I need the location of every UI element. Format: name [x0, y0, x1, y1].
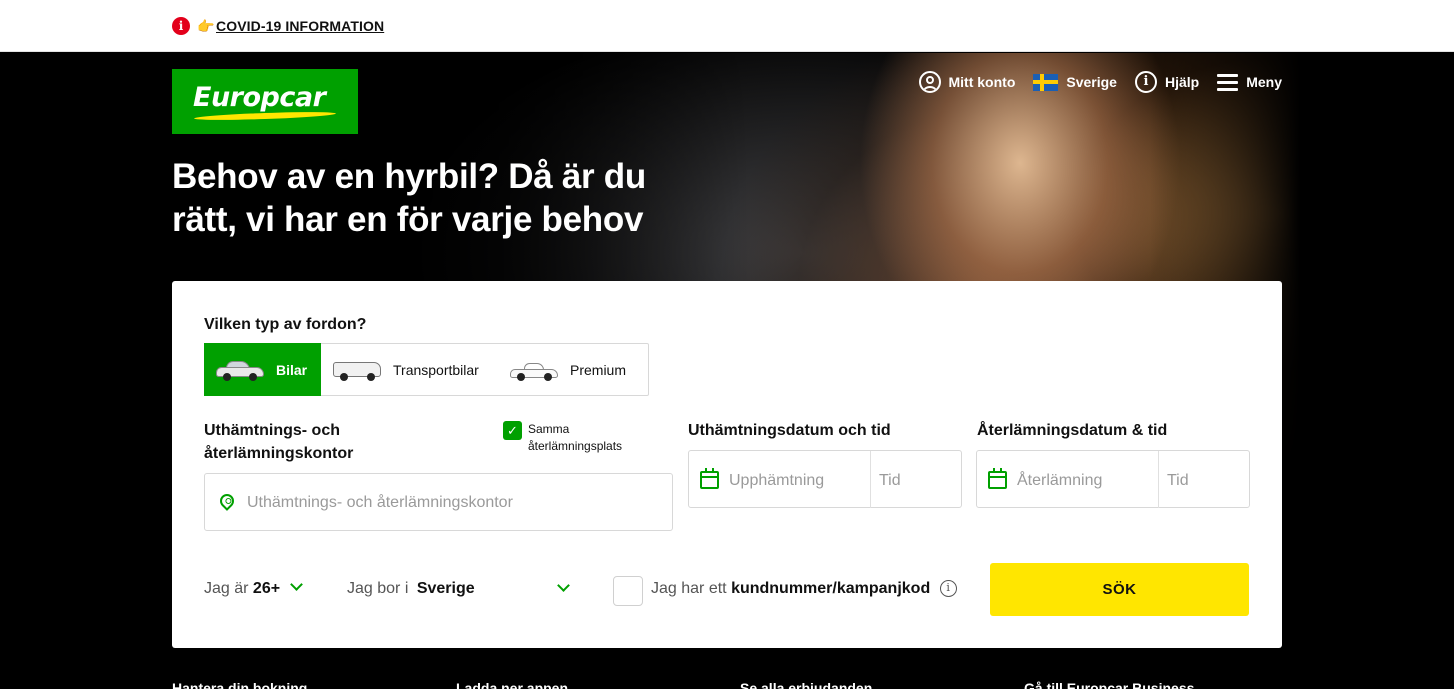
my-account-link[interactable]: Mitt konto	[918, 71, 1016, 93]
hamburger-menu-icon	[1217, 74, 1239, 91]
tab-vans-label: Transportbilar	[393, 361, 479, 378]
promo-prefix: Jag har ett	[651, 580, 727, 597]
logo-text: Europcar	[193, 82, 326, 113]
van-icon	[333, 361, 381, 381]
age-value: 26+	[252, 580, 281, 597]
tab-cars-label: Bilar	[276, 361, 308, 378]
menu-label: Meny	[1246, 74, 1282, 90]
location-input[interactable]: Uthämtnings- och återlämningskontor	[204, 473, 673, 531]
residence-selector[interactable]: Jag bor i Sverige	[347, 570, 577, 608]
vehicle-type-question: Vilken typ av fordon?	[204, 316, 367, 333]
residence-value: Sverige	[416, 580, 475, 597]
tab-premium-label: Premium	[570, 361, 627, 378]
location-placeholder: Uthämtnings- och återlämningskontor	[247, 494, 513, 511]
premium-car-icon	[510, 361, 558, 381]
calendar-icon	[988, 468, 1007, 489]
europcar-logo[interactable]: Europcar	[172, 69, 358, 134]
chevron-down-icon	[557, 579, 570, 592]
pickup-datetime-field: Upphämtning Tid	[688, 450, 962, 508]
same-return-checkbox[interactable]: ✓	[503, 421, 522, 440]
same-return-label: Samma återlämningsplats	[528, 422, 623, 453]
booking-widget: Vilken typ av fordon? Bilar Transportbil…	[172, 281, 1282, 648]
search-button[interactable]: SÖK	[990, 563, 1249, 616]
help-info-icon: i	[1134, 71, 1157, 93]
age-prefix: Jag är	[204, 580, 249, 597]
car-icon	[216, 360, 264, 381]
manage-booking-link[interactable]: Hantera din bokning	[172, 680, 307, 689]
tab-vans[interactable]: Transportbilar	[321, 344, 498, 395]
pickup-time-input[interactable]: Tid	[879, 471, 901, 491]
tab-premium[interactable]: Premium	[498, 344, 648, 395]
same-return-option[interactable]: ✓ Samma återlämningsplats	[503, 421, 638, 455]
promo-bold-label: kundnummer/kampanjkod	[731, 580, 931, 597]
footer-quick-links: Hantera din bokning Ladda ner appen Se a…	[172, 680, 1282, 689]
field-divider	[870, 451, 871, 508]
country-selector[interactable]: Sverige	[1033, 73, 1117, 91]
covid-information-link[interactable]: COVID-19 INFORMATION	[216, 17, 384, 35]
age-selector[interactable]: Jag är 26+	[204, 570, 303, 608]
download-app-link[interactable]: Ladda ner appen	[456, 680, 568, 689]
pickup-datetime-label: Uthämtningsdatum och tid	[688, 422, 891, 439]
see-offers-link[interactable]: Se alla erbjudanden	[740, 680, 872, 689]
help-link[interactable]: i Hjälp	[1134, 71, 1200, 93]
location-label: Uthämtnings- och återlämningskontor	[204, 422, 354, 462]
help-label: Hjälp	[1164, 74, 1200, 90]
promo-code-checkbox[interactable]	[613, 576, 643, 606]
chevron-down-icon	[289, 578, 303, 591]
info-icon[interactable]: i	[939, 580, 957, 597]
calendar-icon	[700, 468, 719, 489]
sweden-flag-icon	[1033, 73, 1059, 91]
return-datetime-field: Återlämning Tid	[976, 450, 1250, 508]
pickup-date-input[interactable]: Upphämtning	[729, 471, 824, 491]
hero-headline: Behov av en hyrbil? Då är du rätt, vi ha…	[172, 157, 646, 239]
vehicle-type-tabs: Bilar Transportbilar Premium	[204, 343, 649, 396]
alert-info-icon: i	[172, 17, 190, 35]
field-divider	[1158, 451, 1159, 508]
country-label: Sverige	[1066, 74, 1117, 90]
pointing-hand-icon: 👉	[197, 18, 215, 34]
my-account-label: Mitt konto	[948, 74, 1016, 90]
europcar-business-link[interactable]: Gå till Europcar Business	[1024, 680, 1194, 689]
return-datetime-label: Återlämningsdatum & tid	[977, 422, 1168, 439]
location-pin-icon	[217, 491, 237, 511]
top-navigation: Mitt konto Sverige i Hjälp Meny	[918, 69, 1282, 95]
return-time-input[interactable]: Tid	[1167, 471, 1189, 491]
residence-prefix: Jag bor i	[347, 580, 409, 597]
return-date-input[interactable]: Återlämning	[1017, 471, 1102, 491]
user-account-icon	[918, 71, 941, 93]
menu-button[interactable]: Meny	[1217, 74, 1282, 91]
promo-code-option[interactable]: Jag har ett kundnummer/kampanjkod i	[651, 570, 957, 608]
covid-banner: i 👉 COVID-19 INFORMATION	[0, 0, 1454, 52]
tab-cars[interactable]: Bilar	[204, 343, 321, 396]
